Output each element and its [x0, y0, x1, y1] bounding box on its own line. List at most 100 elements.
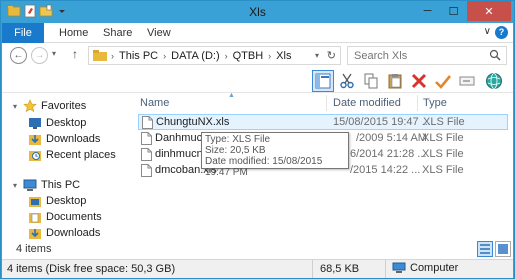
status-size: 68,5 KB	[320, 263, 360, 275]
close-button[interactable]: ✕	[467, 1, 511, 21]
command-toolbar	[2, 68, 513, 93]
rename-icon	[459, 76, 475, 86]
details-pane-icon	[315, 73, 331, 89]
breadcrumb-separator[interactable]: ›	[225, 51, 228, 61]
address-dropdown-icon[interactable]: ▾	[315, 51, 319, 60]
status-area: 4 items	[2, 239, 513, 259]
delete-icon	[411, 73, 427, 89]
copy-button[interactable]	[360, 70, 382, 92]
desktop-icon	[29, 197, 41, 207]
downloads-icon	[29, 229, 41, 239]
tooltip-size: Size: 20,5 KB	[205, 145, 266, 156]
file-type: XLS File	[422, 148, 464, 160]
recent-places-icon	[29, 151, 41, 161]
sort-arrow-icon: ▲	[228, 92, 235, 99]
navigation-pane: ▾ Favorites Desktop Downloads Recent pla…	[2, 93, 130, 239]
search-input[interactable]	[354, 49, 484, 62]
column-header-name[interactable]: Name	[140, 97, 169, 109]
nav-favorites[interactable]: ▾ Favorites	[2, 98, 130, 114]
checkmark-icon	[435, 75, 451, 89]
breadcrumb-separator[interactable]: ›	[163, 51, 166, 61]
status-divider	[385, 260, 386, 278]
status-bar: 4 items (Disk free space: 50,3 GB) 68,5 …	[2, 259, 513, 278]
nav-item-downloads[interactable]: Downloads	[2, 131, 130, 147]
details-view-button[interactable]	[477, 241, 493, 257]
paste-button[interactable]	[384, 70, 406, 92]
star-icon	[23, 99, 37, 113]
tab-file[interactable]: File	[2, 23, 44, 43]
nav-item-pc-desktop[interactable]: Desktop	[2, 193, 130, 209]
breadcrumb-qtbh[interactable]: QTBH	[233, 50, 264, 62]
large-icons-view-button[interactable]	[495, 241, 511, 257]
title-bar: Xls ─ ☐ ✕	[1, 1, 514, 23]
details-view-icon	[480, 244, 490, 254]
address-bar[interactable]: › This PC › DATA (D:) › QTBH › Xls ▾ ↻	[88, 46, 341, 65]
nav-this-pc[interactable]: ▾ This PC	[2, 177, 130, 193]
globe-icon	[486, 73, 502, 89]
nav-item-label: Downloads	[46, 227, 101, 239]
minimize-button[interactable]: ─	[414, 1, 441, 21]
nav-favorites-label: Favorites	[41, 100, 87, 112]
tab-share[interactable]: Share	[103, 23, 132, 43]
file-tooltip: Type: XLS File Size: 20,5 KB Date modifi…	[201, 132, 349, 178]
tab-view[interactable]: View	[147, 23, 171, 43]
maximize-button[interactable]: ☐	[440, 1, 467, 21]
nav-item-desktop[interactable]: Desktop	[2, 115, 130, 131]
breadcrumb-this-pc[interactable]: This PC	[119, 50, 158, 62]
nav-item-pc-documents[interactable]: Documents	[2, 209, 130, 225]
column-header-type[interactable]: Type	[423, 97, 447, 109]
help-icon[interactable]: ?	[495, 26, 508, 39]
breadcrumb-xls[interactable]: Xls	[276, 50, 291, 62]
collapse-arrow-icon[interactable]: ▾	[13, 102, 23, 111]
file-row[interactable]: ChungtuNX.xls 15/08/2015 19:47 ... XLS F…	[138, 114, 508, 130]
folder-icon	[93, 50, 107, 61]
maximize-icon: ☐	[448, 5, 459, 18]
tab-home[interactable]: Home	[59, 23, 88, 43]
file-type: XLS File	[423, 116, 465, 128]
forward-arrow-icon: →	[34, 50, 45, 61]
computer-icon	[392, 262, 406, 273]
collapse-arrow-icon[interactable]: ▾	[13, 181, 23, 190]
breadcrumb-separator[interactable]: ›	[268, 51, 271, 61]
file-date: /2015 14:22 ...	[350, 164, 421, 176]
search-box[interactable]	[347, 46, 507, 65]
column-header-date[interactable]: Date modified	[333, 97, 401, 109]
minimize-icon: ─	[423, 5, 432, 17]
breadcrumb: › This PC › DATA (D:) › QTBH › Xls	[111, 50, 291, 62]
item-count: 4 items	[16, 243, 52, 255]
nav-item-label: Desktop	[46, 195, 87, 207]
tooltip-date: Date modified: 15/08/2015 19:47 PM	[205, 156, 323, 178]
status-divider	[312, 260, 313, 278]
xls-file-icon	[142, 116, 153, 129]
nav-item-label: Downloads	[46, 133, 101, 145]
refresh-icon[interactable]: ↻	[327, 49, 336, 62]
tooltip-type: Type: XLS File	[205, 134, 271, 145]
file-date: /2009 5:14 AM	[356, 132, 427, 144]
column-divider[interactable]	[326, 95, 327, 111]
back-button[interactable]: ←	[10, 47, 27, 64]
column-divider[interactable]	[417, 95, 418, 111]
rename-button[interactable]	[456, 70, 478, 92]
status-summary: 4 items (Disk free space: 50,3 GB)	[7, 263, 176, 275]
network-button[interactable]	[483, 70, 505, 92]
file-date: 6/2014 21:28 ...	[350, 148, 427, 160]
paste-icon	[388, 74, 402, 89]
forward-button[interactable]: →	[31, 47, 48, 64]
nav-item-label: Documents	[46, 211, 102, 223]
up-arrow-icon[interactable]: ↑	[72, 47, 78, 61]
downloads-icon	[29, 135, 41, 145]
xls-file-icon	[141, 164, 152, 177]
address-row: ← → ▾ ↑ › This PC › DATA (D:) › QTBH › X…	[2, 43, 513, 68]
file-type: XLS File	[422, 164, 464, 176]
computer-icon	[23, 179, 37, 191]
nav-item-label: Recent places	[46, 149, 116, 161]
select-button[interactable]	[432, 70, 454, 92]
details-pane-button[interactable]	[312, 70, 334, 92]
expand-ribbon-icon[interactable]: ∨	[484, 26, 491, 37]
cut-button[interactable]	[336, 70, 358, 92]
delete-button[interactable]	[408, 70, 430, 92]
breadcrumb-data-drive[interactable]: DATA (D:)	[171, 50, 219, 62]
nav-item-recent-places[interactable]: Recent places	[2, 147, 130, 163]
file-type: XLS File	[422, 132, 464, 144]
recent-locations-dropdown-icon[interactable]: ▾	[52, 49, 56, 58]
